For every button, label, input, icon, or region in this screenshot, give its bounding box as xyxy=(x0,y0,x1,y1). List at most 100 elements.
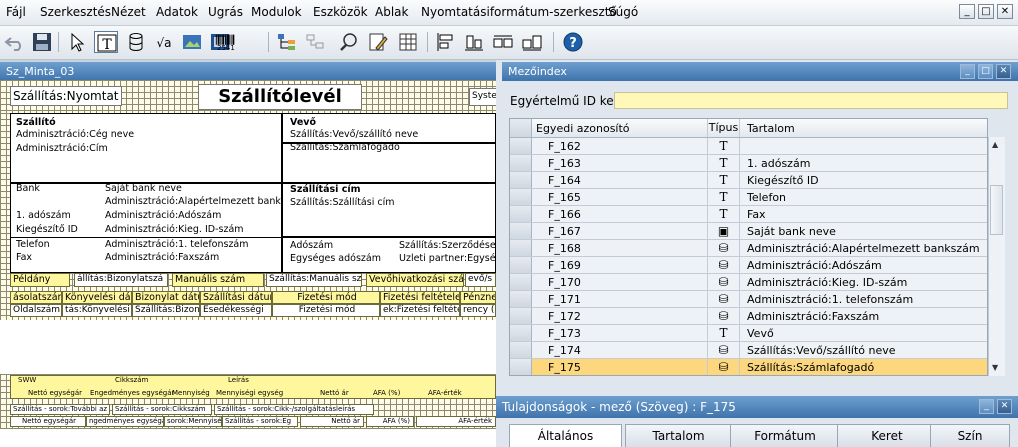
col-header-doc-date[interactable]: Bizonylat dátuma xyxy=(132,291,200,304)
scroll-thumb[interactable] xyxy=(990,185,1003,235)
table-icon[interactable] xyxy=(396,31,420,53)
menu-edit[interactable]: Szerkesztés xyxy=(40,5,111,19)
field-index-maximize-icon[interactable]: □ xyxy=(978,64,993,79)
table-row[interactable]: F_168 ⛁ Adminisztráció:Alapértelmezett ban… xyxy=(510,240,987,257)
field-index-minimize-icon[interactable]: _ xyxy=(960,64,975,79)
row-handle[interactable] xyxy=(510,240,532,256)
app-close-button[interactable]: ✕ xyxy=(997,4,1013,19)
align-bottom-icon[interactable] xyxy=(462,31,486,53)
document-window-title[interactable]: Sz_Minta_03 xyxy=(0,62,496,81)
phone-field[interactable]: Adminisztráció:1. telefonszám xyxy=(105,239,249,250)
table-row[interactable]: F_165 T Telefon xyxy=(510,189,987,206)
picture-field-icon[interactable] xyxy=(180,31,204,53)
table-row[interactable]: F_166 T Fax xyxy=(510,206,987,223)
table-row[interactable]: F_171 ⛁ Adminisztráció:1. telefonszám xyxy=(510,291,987,308)
taxnum-field[interactable]: Szállítás:Szerződése xyxy=(399,240,496,251)
group-icon[interactable] xyxy=(303,31,327,53)
print-status-field[interactable]: Szállítás:Nyomtat xyxy=(10,86,122,106)
tab-general[interactable]: Általános xyxy=(509,424,622,447)
table-scrollbar[interactable]: ▲ ▼ xyxy=(988,137,1005,376)
col-value-posting-date[interactable]: tás:Könyvelési dátu xyxy=(62,304,132,317)
menu-view[interactable]: Nézet xyxy=(111,5,146,19)
table-row[interactable]: F_163 T 1. adószám xyxy=(510,155,987,172)
row-handle[interactable] xyxy=(510,155,532,171)
menu-print-layout-designer[interactable]: Nyomtatásiformátum-szerkesztő xyxy=(421,5,617,19)
same-size-icon[interactable] xyxy=(520,31,544,53)
header-content[interactable]: Tartalom xyxy=(747,122,795,135)
customer-receiver-field[interactable]: Szállítás:Számlafogadó xyxy=(290,142,400,153)
lines-v-vat[interactable]: ÁFA (%) xyxy=(366,416,414,427)
table-row[interactable]: F_175 ⛁ Szállítás:Számlafogadó xyxy=(510,359,987,375)
header-unique-id[interactable]: Egyedi azonosító xyxy=(536,122,630,135)
header-type[interactable]: Típus xyxy=(707,119,740,137)
col-header-currency[interactable]: Pénznem xyxy=(460,291,496,304)
col-header-payment-terms[interactable]: Fizetési feltételek xyxy=(380,291,460,304)
field-index-table[interactable]: Egyedi azonosító Típus Tartalom F_162 T F_… xyxy=(509,118,988,376)
row-handle[interactable] xyxy=(510,308,532,324)
app-minimize-button[interactable]: _ xyxy=(959,4,975,19)
properties-close-icon[interactable]: ✕ xyxy=(997,399,1012,414)
tax1-field[interactable]: Adminisztráció:Adószám xyxy=(105,210,221,221)
fax-field[interactable]: Adminisztráció:Faxszám xyxy=(105,252,219,263)
lines-v-net-price[interactable]: Nettó ár xyxy=(300,416,364,427)
col-value-payment-terms[interactable]: ek:Fizetési feltétel xyxy=(380,304,460,317)
tab-content[interactable]: Tartalom xyxy=(625,424,732,447)
menu-tools[interactable]: Eszközök xyxy=(313,5,368,19)
app-maximize-button[interactable]: □ xyxy=(978,4,994,19)
row-handle[interactable] xyxy=(510,172,532,188)
customer-ref-field[interactable]: evő/s xyxy=(465,273,496,287)
field-tree-icon[interactable] xyxy=(275,31,299,53)
manual-number-field[interactable]: Szállítás:Manuális szá xyxy=(266,273,362,287)
lines-v-uom[interactable]: Szállítás - sorok:Eg xyxy=(222,416,298,427)
shipping-address-field[interactable]: Szállítás:Szállítási cím xyxy=(290,197,394,208)
database-field-icon[interactable] xyxy=(124,31,148,53)
row-handle[interactable] xyxy=(510,206,532,222)
menu-help[interactable]: Súgó xyxy=(608,5,638,19)
properties-minimize-icon[interactable]: _ xyxy=(979,399,994,414)
bank-name-field[interactable]: Saját bank neve xyxy=(105,183,182,194)
tab-border[interactable]: Keret xyxy=(837,424,937,447)
menu-file[interactable]: Fájl xyxy=(6,5,26,19)
row-handle[interactable] xyxy=(510,325,532,341)
unique-id-input[interactable] xyxy=(614,92,1008,109)
lines-v-quantity[interactable]: sorok:Mennyiség xyxy=(164,416,222,427)
menu-goto[interactable]: Ugrás xyxy=(208,5,243,19)
table-row[interactable]: F_164 T Kiegészítő ID xyxy=(510,172,987,189)
table-row[interactable]: F_174 ⛁ Szállítás:Vevő/szállító neve xyxy=(510,342,987,359)
table-row[interactable]: F_172 ⛁ Adminisztráció:Faxszám xyxy=(510,308,987,325)
extra-id-field[interactable]: Adminisztráció:Kieg. ID-szám xyxy=(105,224,244,235)
lines-v-description[interactable]: Szállítás - sorok:Cikk-/szolgáltatásleír… xyxy=(214,404,374,415)
lines-v-vat-value[interactable]: ÁFA-érték xyxy=(416,416,496,427)
print-preview-icon[interactable] xyxy=(338,31,362,53)
table-row[interactable]: F_170 ⛁ Adminisztráció:Kieg. ID-szám xyxy=(510,274,987,291)
col-value-due-date[interactable]: Esedékességi xyxy=(200,304,272,317)
col-header-delivery-date[interactable]: Szállítási dátum xyxy=(200,291,272,304)
col-header-payment-method[interactable]: Fizetési mód xyxy=(272,291,380,304)
undo-icon[interactable] xyxy=(3,31,27,53)
col-value-doc-date[interactable]: Szállítás:Bizonylat dátu xyxy=(132,304,200,317)
copy-label-field[interactable]: Példány xyxy=(10,273,70,287)
menu-modules[interactable]: Modulok xyxy=(251,5,302,19)
document-title-field[interactable]: Szállítólevél xyxy=(198,84,362,110)
row-handle[interactable] xyxy=(510,257,532,273)
col-header-copy[interactable]: ásolatszám xyxy=(10,291,62,304)
menu-window[interactable]: Ablak xyxy=(375,5,408,19)
row-handle[interactable] xyxy=(510,138,532,154)
layout-canvas[interactable]: Szállítás:Nyomtat Szállítólevél Syste Sz… xyxy=(0,80,496,447)
row-handle[interactable] xyxy=(510,359,532,375)
edit-document-icon[interactable] xyxy=(366,31,390,53)
tab-color[interactable]: Szín xyxy=(930,424,1010,447)
customer-ref-label-field[interactable]: Vevőhivatkozási szám xyxy=(366,273,464,287)
select-pointer-icon[interactable] xyxy=(64,31,88,53)
lines-v-net-unit[interactable]: Nettó egységár xyxy=(10,416,86,427)
row-handle[interactable] xyxy=(510,291,532,307)
scroll-down-icon[interactable]: ▼ xyxy=(992,363,998,372)
doc-number-field[interactable]: állítás:Bizonylatszá xyxy=(74,273,168,287)
partner-field[interactable]: Üzleti partner:Egysé xyxy=(399,253,496,264)
scroll-up-icon[interactable]: ▲ xyxy=(992,140,998,149)
table-row[interactable]: F_169 ⛁ Adminisztráció:Adószám xyxy=(510,257,987,274)
text-field-icon[interactable]: T xyxy=(94,31,118,53)
supplier-address-field[interactable]: Adminisztráció:Cím xyxy=(16,143,108,154)
properties-title-bar[interactable]: Tulajdonságok - mező (Szöveg) : F_175 xyxy=(496,396,1018,418)
save-icon[interactable] xyxy=(30,31,54,53)
